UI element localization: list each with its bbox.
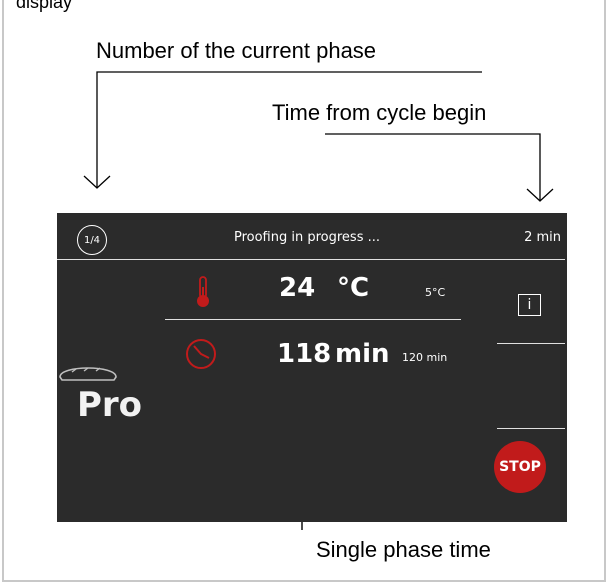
side-divider-bottom xyxy=(497,428,565,429)
time-value: 118 xyxy=(277,339,332,369)
time-setpoint: 120 min xyxy=(402,351,448,364)
bread-icon xyxy=(59,367,117,381)
header-divider xyxy=(57,259,565,260)
stop-button[interactable]: STOP xyxy=(494,441,546,493)
cycle-leader-line xyxy=(325,133,541,201)
temperature-setpoint: 5°C xyxy=(425,286,446,299)
clock-icon xyxy=(186,339,216,369)
program-label: Pro xyxy=(77,385,143,425)
phase-badge: 1/4 xyxy=(77,225,107,255)
time-unit: min xyxy=(335,339,390,369)
thermometer-icon xyxy=(197,276,209,307)
status-text: Proofing in progress ... xyxy=(233,230,381,245)
temperature-unit: °C xyxy=(337,273,370,303)
phase-leader-line xyxy=(96,71,482,187)
value-divider xyxy=(165,319,461,320)
info-button[interactable]: i xyxy=(518,294,541,316)
temperature-value: 24 xyxy=(279,273,316,303)
elapsed-time: 2 min xyxy=(524,230,561,245)
oven-display: 1/4 Proofing in progress ... 2 min 24 °C… xyxy=(57,213,567,522)
side-divider-top xyxy=(497,343,565,344)
